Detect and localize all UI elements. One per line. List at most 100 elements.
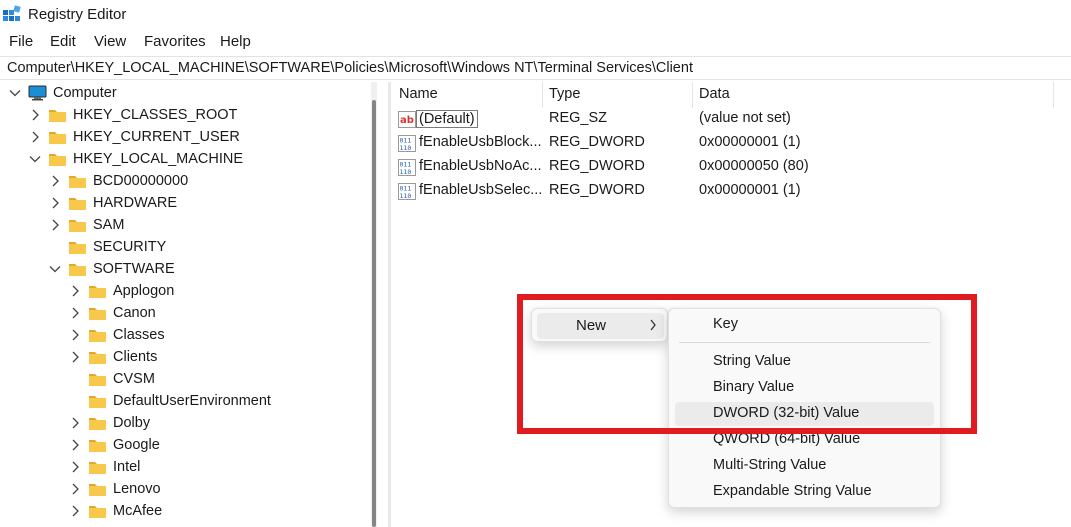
chevron-right-icon[interactable] (68, 284, 82, 298)
tree-item[interactable]: McAfee (68, 500, 162, 522)
column-divider[interactable] (542, 82, 543, 108)
submenu-item[interactable]: Binary Value (675, 376, 934, 400)
chevron-right-icon[interactable] (68, 416, 82, 430)
tree-item[interactable]: Classes (68, 324, 165, 346)
folder-icon (88, 305, 107, 321)
address-bar[interactable]: Computer\HKEY_LOCAL_MACHINE\SOFTWARE\Pol… (0, 56, 1071, 80)
tree-item[interactable]: HKEY_CURRENT_USER (28, 126, 240, 148)
tree-item-label: SAM (93, 217, 125, 233)
value-row[interactable]: 011 110 fEnableUsbNoAc... REG_DWORD 0x000000… (391, 156, 1051, 178)
menu-edit[interactable]: Edit (50, 33, 76, 50)
svg-text:110: 110 (400, 192, 412, 200)
value-row[interactable]: 011 110 fEnableUsbSelec... REG_DWORD 0x00000… (391, 180, 1051, 202)
chevron-right-icon[interactable] (68, 460, 82, 474)
folder-icon (88, 349, 107, 365)
context-menu-new[interactable]: New (537, 313, 664, 339)
folder-icon (88, 503, 107, 519)
chevron-right-icon[interactable] (48, 218, 62, 232)
submenu-item-label: DWORD (32-bit) Value (713, 405, 860, 421)
key-tree[interactable]: Computer HKEY_CLASSES_ROOT HKEY_CURRENT_US… (0, 82, 385, 527)
folder-icon (48, 107, 67, 123)
chevron-down-icon[interactable] (48, 262, 62, 276)
tree-item[interactable]: DefaultUserEnvironment (68, 390, 271, 412)
column-header-name[interactable]: Name (399, 86, 438, 102)
column-divider[interactable] (692, 82, 693, 108)
chevron-right-icon[interactable] (48, 196, 62, 210)
tree-item[interactable]: HKEY_LOCAL_MACHINE (28, 148, 243, 170)
tree-item-label: HKEY_CLASSES_ROOT (73, 107, 238, 123)
tree-item[interactable]: Intel (68, 456, 140, 478)
tree-item[interactable]: Lenovo (68, 478, 161, 500)
value-row[interactable]: ab (Default) REG_SZ (value not set) (391, 108, 1051, 130)
folder-icon (88, 371, 107, 387)
chevron-right-icon[interactable] (28, 108, 42, 122)
tree-item[interactable]: Computer (8, 82, 117, 104)
tree-scrollbar-thumb[interactable] (372, 100, 376, 527)
menu-file[interactable]: File (9, 33, 33, 50)
tree-item[interactable]: SAM (48, 214, 124, 236)
submenu-item-key[interactable]: Key (675, 313, 934, 337)
tree-item[interactable]: Applogon (68, 280, 174, 302)
value-type: REG_DWORD (549, 134, 645, 150)
tree-item[interactable]: BCD00000000 (48, 170, 188, 192)
column-header-data[interactable]: Data (699, 86, 730, 102)
folder-icon (48, 129, 67, 145)
folder-icon (88, 437, 107, 453)
tree-item[interactable]: Dolby (68, 412, 150, 434)
submenu-item[interactable]: Expandable String Value (675, 480, 934, 504)
tree-item[interactable]: SECURITY (48, 236, 166, 258)
chevron-right-icon[interactable] (68, 328, 82, 342)
title-bar: Registry Editor (0, 0, 1071, 30)
tree-item[interactable]: Canon (68, 302, 156, 324)
submenu-item[interactable]: Multi-String Value (675, 454, 934, 478)
value-row[interactable]: 011 110 fEnableUsbBlock... REG_DWORD 0x00000… (391, 132, 1051, 154)
chevron-right-icon[interactable] (28, 130, 42, 144)
svg-text:110: 110 (400, 168, 412, 176)
chevron-right-icon[interactable] (68, 350, 82, 364)
chevron-right-icon[interactable] (68, 482, 82, 496)
tree-item-label: Classes (113, 327, 165, 343)
menu-view[interactable]: View (94, 33, 126, 50)
tree-item-label: Google (113, 437, 160, 453)
submenu-item-label: Multi-String Value (713, 457, 827, 473)
tree-item[interactable]: SOFTWARE (48, 258, 175, 280)
address-path[interactable]: Computer\HKEY_LOCAL_MACHINE\SOFTWARE\Pol… (7, 60, 693, 76)
column-header-type[interactable]: Type (549, 86, 580, 102)
tree-item[interactable]: Google (68, 434, 160, 456)
column-divider[interactable] (1053, 82, 1054, 108)
submenu-item[interactable]: DWORD (32-bit) Value (675, 402, 934, 426)
tree-item-label: BCD00000000 (93, 173, 189, 189)
submenu-item-label: Binary Value (713, 379, 795, 395)
tree-item-label: Canon (113, 305, 156, 321)
chevron-right-icon[interactable] (68, 504, 82, 518)
tree-item-label: HKEY_LOCAL_MACHINE (73, 151, 244, 167)
tree-item-label: Dolby (113, 415, 151, 431)
tree-item-label: HARDWARE (93, 195, 178, 211)
tree-item[interactable]: Clients (68, 346, 157, 368)
chevron-right-icon[interactable] (48, 174, 62, 188)
chevron-right-icon[interactable] (68, 438, 82, 452)
string-value-icon: ab (398, 111, 416, 128)
folder-icon (68, 261, 87, 277)
folder-icon (88, 415, 107, 431)
folder-icon (88, 283, 107, 299)
menu-help[interactable]: Help (220, 33, 251, 50)
submenu-item[interactable]: String Value (675, 350, 934, 374)
chevron-right-icon[interactable] (68, 306, 82, 320)
chevron-down-icon[interactable] (8, 86, 22, 100)
value-type: REG_DWORD (549, 158, 645, 174)
tree-item-label: Applogon (113, 283, 175, 299)
menu-favorites[interactable]: Favorites (144, 33, 206, 50)
value-type: REG_SZ (549, 110, 608, 126)
value-data: 0x00000001 (1) (699, 182, 801, 198)
chevron-down-icon[interactable] (28, 152, 42, 166)
tree-item[interactable]: HKEY_CLASSES_ROOT (28, 104, 237, 126)
tree-item[interactable]: CVSM (68, 368, 155, 390)
menu-bar: File Edit View Favorites Help (0, 30, 1071, 54)
tree-item[interactable]: HARDWARE (48, 192, 177, 214)
folder-icon (68, 195, 87, 211)
binary-value-icon: 011 110 (398, 183, 416, 200)
submenu-item[interactable]: QWORD (64-bit) Value (675, 428, 934, 452)
